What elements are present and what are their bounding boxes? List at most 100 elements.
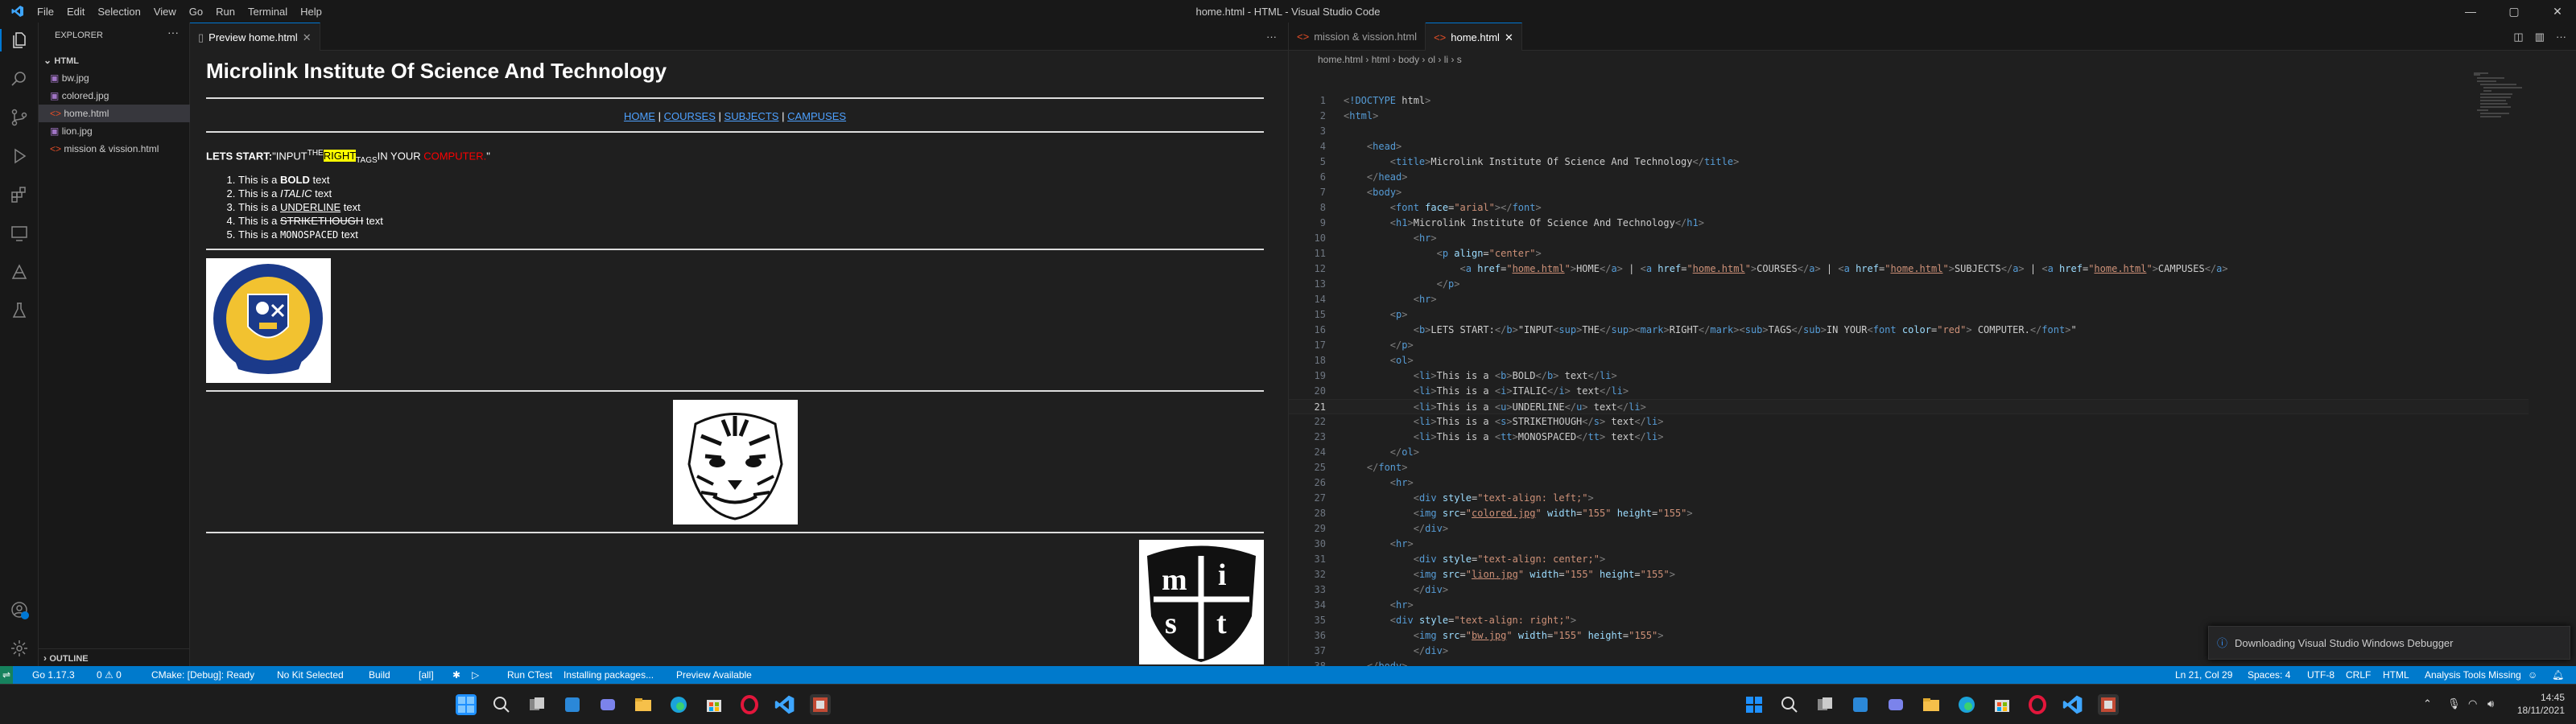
search-icon[interactable] bbox=[491, 694, 512, 715]
go-version[interactable]: Go 1.17.3 bbox=[32, 666, 75, 684]
code-line[interactable]: 27 <div style="text-align: left;"> bbox=[1289, 491, 2529, 506]
menu-selection[interactable]: Selection bbox=[91, 6, 147, 18]
wifi-icon[interactable]: ◠ bbox=[2468, 697, 2477, 710]
code-line[interactable]: 22 <li>This is a <s>STRIKETHOUGH</s> tex… bbox=[1289, 414, 2529, 430]
code-line[interactable]: 23 <li>This is a <tt>MONOSPACED</tt> tex… bbox=[1289, 430, 2529, 445]
source-control-icon[interactable] bbox=[10, 108, 29, 127]
vscode-taskbar-icon[interactable] bbox=[2062, 694, 2083, 715]
teams-chat-icon[interactable] bbox=[597, 694, 618, 715]
file-item-lion[interactable]: ▣ lion.jpg bbox=[39, 122, 190, 140]
task-view-icon[interactable] bbox=[1814, 694, 1835, 715]
code-line[interactable]: 26 <hr> bbox=[1289, 475, 2529, 491]
run-icon[interactable]: ▷ bbox=[472, 666, 479, 684]
outline-section[interactable]: › OUTLINE bbox=[39, 648, 190, 666]
breadcrumb-item[interactable]: html bbox=[1372, 54, 1390, 65]
split-editor-icon[interactable]: ◫ bbox=[2513, 23, 2523, 50]
kit-selector[interactable]: No Kit Selected bbox=[277, 666, 344, 684]
teams-chat-icon[interactable] bbox=[1885, 694, 1906, 715]
remote-icon[interactable]: ⇌ bbox=[0, 666, 13, 684]
menu-run[interactable]: Run bbox=[209, 6, 242, 18]
file-item-bw[interactable]: ▣ bw.jpg bbox=[39, 69, 190, 87]
settings-gear-icon[interactable] bbox=[10, 639, 29, 658]
more-actions-icon[interactable]: ··· bbox=[2556, 23, 2566, 50]
code-line[interactable]: 12 <a href="home.html">HOME</a> | <a hre… bbox=[1289, 261, 2529, 277]
more-actions-icon[interactable]: ··· bbox=[167, 26, 179, 39]
widgets-icon[interactable] bbox=[562, 694, 583, 715]
nav-link-campuses[interactable]: CAMPUSES bbox=[787, 110, 846, 122]
minimap[interactable] bbox=[2472, 71, 2529, 119]
app-taskbar-icon[interactable] bbox=[810, 694, 831, 715]
code-line[interactable]: 32 <img src="lion.jpg" width="155" heigh… bbox=[1289, 567, 2529, 582]
menu-edit[interactable]: Edit bbox=[60, 6, 91, 18]
app-taskbar-icon[interactable] bbox=[2098, 694, 2119, 715]
preview-status[interactable]: Preview Available bbox=[676, 666, 752, 684]
edge-browser-icon[interactable] bbox=[1956, 694, 1977, 715]
code-line[interactable]: 2 <html> bbox=[1289, 109, 2529, 124]
code-line[interactable]: 7 <body> bbox=[1289, 185, 2529, 200]
file-item-mission[interactable]: <> mission & vission.html bbox=[39, 140, 190, 158]
tab-preview-home[interactable]: ▯ Preview home.html ✕ bbox=[190, 23, 320, 51]
file-explorer-icon[interactable] bbox=[1921, 694, 1942, 715]
menu-help[interactable]: Help bbox=[294, 6, 328, 18]
language-mode[interactable]: HTML bbox=[2383, 666, 2409, 684]
remote-explorer-icon[interactable] bbox=[10, 224, 29, 243]
code-line[interactable]: 1 <!DOCTYPE html> bbox=[1289, 93, 2529, 109]
debug-icon[interactable]: ✱ bbox=[452, 666, 460, 684]
code-line[interactable]: 8 <font face="arial"></font> bbox=[1289, 200, 2529, 216]
code-line[interactable]: 10 <hr> bbox=[1289, 231, 2529, 246]
code-line[interactable]: 24 </ol> bbox=[1289, 445, 2529, 460]
code-line[interactable]: 4 <head> bbox=[1289, 139, 2529, 154]
search-icon[interactable] bbox=[10, 69, 29, 88]
code-line[interactable]: 11 <p align="center"> bbox=[1289, 246, 2529, 261]
code-line[interactable]: 30 <hr> bbox=[1289, 537, 2529, 552]
code-line[interactable]: 15 <p> bbox=[1289, 307, 2529, 323]
code-line[interactable]: 5 <title>Microlink Institute Of Science … bbox=[1289, 154, 2529, 170]
clock[interactable]: 14:45 18/11/2021 bbox=[2516, 691, 2565, 717]
minimize-button[interactable]: — bbox=[2452, 0, 2489, 23]
account-icon[interactable] bbox=[10, 600, 29, 619]
microphone-icon[interactable]: 🎙︎ bbox=[2447, 697, 2461, 710]
close-window-button[interactable]: ✕ bbox=[2539, 0, 2576, 23]
task-view-icon[interactable] bbox=[526, 694, 547, 715]
cmake-status[interactable]: CMake: [Debug]: Ready bbox=[151, 666, 254, 684]
file-item-home[interactable]: <> home.html bbox=[39, 105, 190, 122]
code-line[interactable]: 34 <hr> bbox=[1289, 598, 2529, 613]
indentation[interactable]: Spaces: 4 bbox=[2248, 666, 2290, 684]
code-line[interactable]: 17 </p> bbox=[1289, 338, 2529, 353]
edge-browser-icon[interactable] bbox=[668, 694, 689, 715]
tray-chevron-icon[interactable]: ⌃ bbox=[2423, 697, 2432, 710]
store-icon[interactable] bbox=[704, 694, 724, 715]
opera-icon[interactable] bbox=[739, 694, 760, 715]
build-target[interactable]: [all] bbox=[419, 666, 434, 684]
tab-home[interactable]: <> home.html ✕ bbox=[1426, 23, 1522, 51]
code-line[interactable]: 3 bbox=[1289, 124, 2529, 139]
menu-file[interactable]: File bbox=[31, 6, 60, 18]
code-line[interactable]: 19 <li>This is a <b>BOLD</b> text</li> bbox=[1289, 368, 2529, 384]
breadcrumb-item[interactable]: home.html bbox=[1318, 54, 1363, 65]
explorer-icon[interactable] bbox=[10, 31, 29, 50]
opera-icon[interactable] bbox=[2027, 694, 2048, 715]
testing-icon[interactable] bbox=[10, 301, 29, 320]
run-debug-icon[interactable] bbox=[10, 146, 29, 166]
run-ctest-button[interactable]: Run CTest bbox=[507, 666, 552, 684]
breadcrumb-item[interactable]: li bbox=[1444, 54, 1448, 65]
analysis-tools[interactable]: Analysis Tools Missing bbox=[2425, 666, 2521, 684]
code-line[interactable]: 14 <hr> bbox=[1289, 292, 2529, 307]
line-ending[interactable]: CRLF bbox=[2346, 666, 2371, 684]
code-line[interactable]: 31 <div style="text-align: center;"> bbox=[1289, 552, 2529, 567]
more-actions-icon[interactable]: ··· bbox=[1255, 23, 1288, 50]
problems-count[interactable]: 0 ⚠ 0 bbox=[97, 666, 122, 684]
menu-terminal[interactable]: Terminal bbox=[242, 6, 294, 18]
file-explorer-icon[interactable] bbox=[633, 694, 654, 715]
layout-icon[interactable]: ▥ bbox=[2535, 23, 2545, 50]
code-line[interactable]: 9 <h1>Microlink Institute Of Science And… bbox=[1289, 216, 2529, 231]
start-button-icon[interactable] bbox=[1744, 694, 1765, 715]
start-button-icon[interactable] bbox=[456, 694, 477, 715]
code-line[interactable]: 28 <img src="colored.jpg" width="155" he… bbox=[1289, 506, 2529, 521]
tab-mission[interactable]: <> mission & vission.html bbox=[1289, 23, 1426, 51]
build-button[interactable]: Build bbox=[369, 666, 390, 684]
maximize-button[interactable]: ▢ bbox=[2496, 0, 2533, 23]
code-line[interactable]: 6 </head> bbox=[1289, 170, 2529, 185]
widgets-icon[interactable] bbox=[1850, 694, 1871, 715]
nav-link-home[interactable]: HOME bbox=[624, 110, 655, 122]
